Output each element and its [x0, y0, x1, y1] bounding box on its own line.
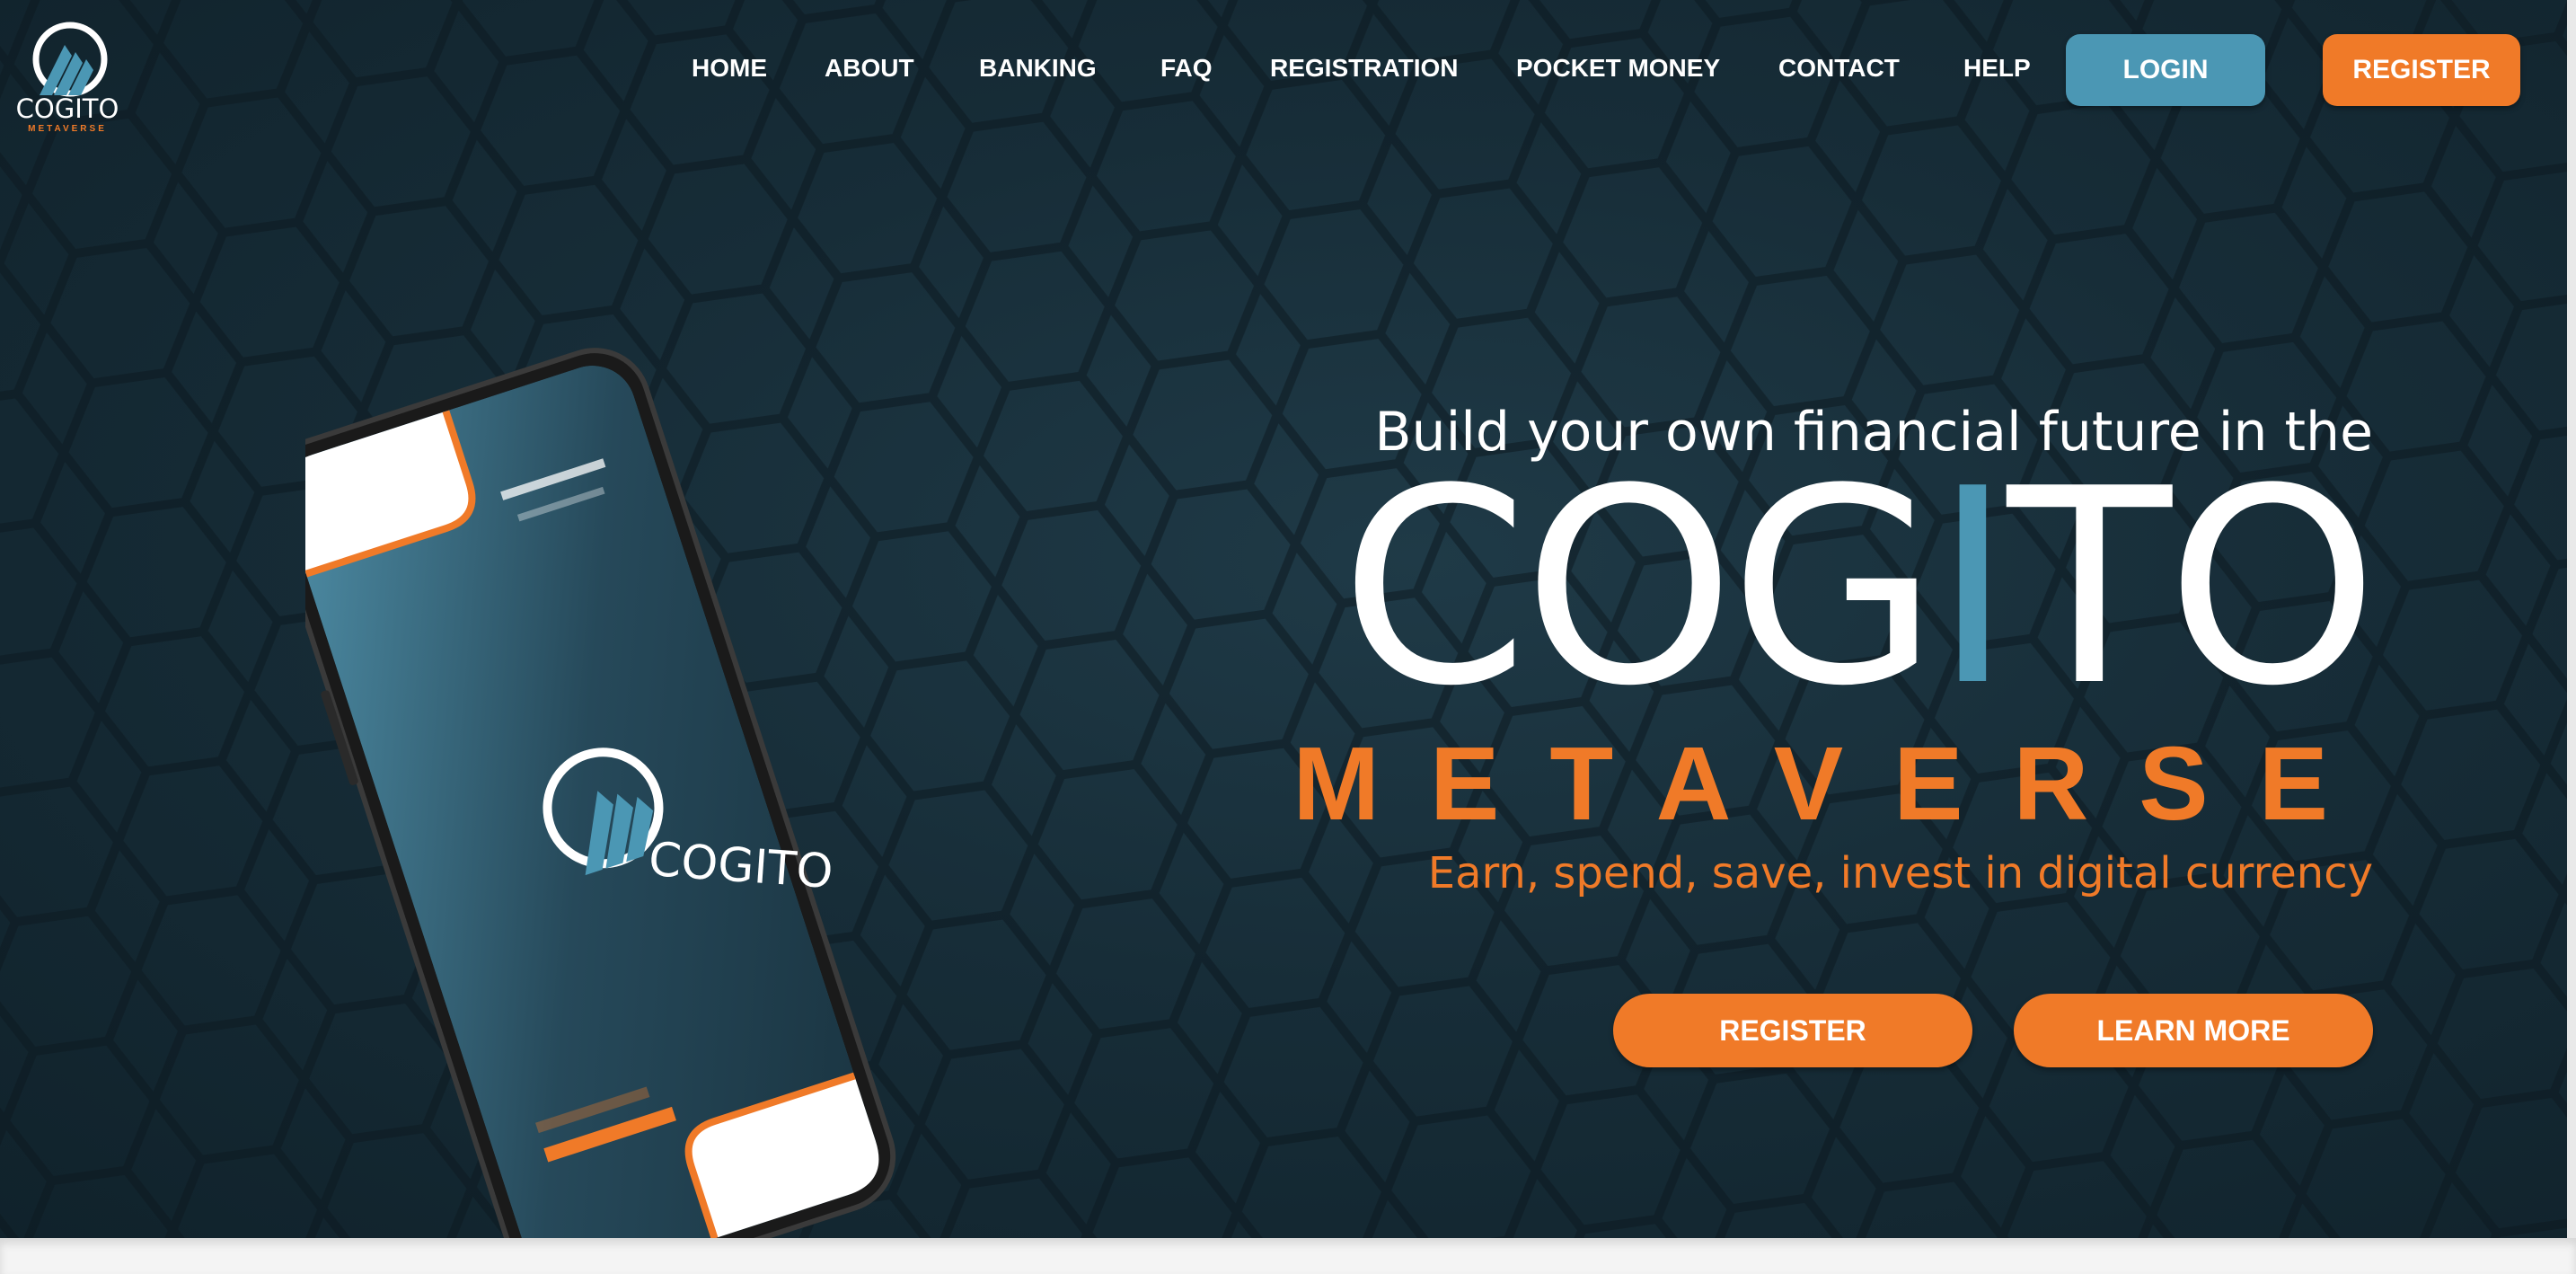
- hero-subline: Earn, spend, save, invest in digital cur…: [1427, 848, 2373, 898]
- nav-banking[interactable]: BANKING: [979, 52, 1097, 84]
- nav-registration[interactable]: REGISTRATION: [1270, 52, 1458, 84]
- phone-mockup: [305, 348, 896, 1238]
- next-section-edge: [0, 1238, 2576, 1274]
- hero-brand-title: COGITO: [1340, 454, 2378, 723]
- scrollbar[interactable]: [2567, 0, 2576, 1238]
- brand-text-start: COG: [1340, 431, 1938, 745]
- cogito-logo-icon: [32, 22, 108, 97]
- header-register-button[interactable]: REGISTER: [2323, 34, 2520, 106]
- nav-home[interactable]: HOME: [692, 52, 767, 84]
- logo-wordmark: COGITO: [15, 93, 119, 124]
- logo-subtitle: METAVERSE: [28, 124, 107, 134]
- brand-text-end: TO: [2007, 431, 2378, 745]
- nav-pocket-money[interactable]: POCKET MONEY: [1516, 52, 1720, 84]
- nav-help[interactable]: HELP: [1963, 52, 2031, 84]
- nav-about[interactable]: ABOUT: [825, 52, 914, 84]
- brand-text-accent: I: [1933, 431, 2013, 745]
- login-button[interactable]: LOGIN: [2066, 34, 2265, 106]
- nav-faq[interactable]: FAQ: [1160, 52, 1213, 84]
- hero-register-button[interactable]: REGISTER: [1613, 994, 1972, 1067]
- hero-metaverse-title: METAVERSE: [1292, 725, 2378, 842]
- nav-contact[interactable]: CONTACT: [1778, 52, 1900, 84]
- site-logo[interactable]: COGITO METAVERSE: [13, 18, 122, 134]
- learn-more-button[interactable]: LEARN MORE: [2014, 994, 2373, 1067]
